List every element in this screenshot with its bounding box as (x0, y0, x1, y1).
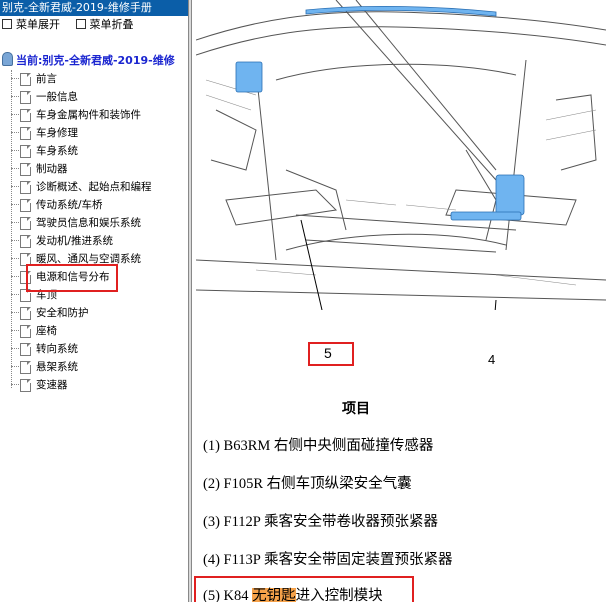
document-icon (20, 145, 31, 158)
navigation-pane: 别克-全新君威-2019-维修手册 菜单展开 菜单折叠 当前:别克-全新君威-2… (0, 0, 188, 602)
tree-item-label: 座椅 (36, 325, 57, 337)
collapse-menu-label: 菜单折叠 (89, 18, 134, 31)
document-icon (20, 361, 31, 374)
callout-5: 5 (324, 345, 332, 361)
expand-menu-label: 菜单展开 (16, 18, 60, 31)
tree-item[interactable]: 制动器 (0, 160, 188, 178)
tree-item[interactable]: 一般信息 (0, 88, 188, 106)
item-2: (2) F105R 右侧车顶纵梁安全气囊 (203, 476, 412, 492)
document-icon (20, 163, 31, 176)
tree-item[interactable]: 座椅 (0, 322, 188, 340)
item-5-highlight-box (194, 576, 414, 602)
tree-item[interactable]: 车身系统 (0, 142, 188, 160)
document-icon (20, 73, 31, 86)
tree-item-label: 前言 (36, 73, 57, 85)
tree-item[interactable]: 驾驶员信息和娱乐系统 (0, 214, 188, 232)
collapse-icon (75, 19, 86, 29)
expand-icon (2, 19, 12, 29)
document-icon (20, 343, 31, 356)
tree-item-label: 驾驶员信息和娱乐系统 (36, 217, 141, 229)
tree-item-label: 转向系统 (36, 343, 78, 355)
tree-item[interactable]: 车身金属构件和装饰件 (0, 106, 188, 124)
document-icon (20, 91, 31, 104)
document-icon (20, 235, 31, 248)
item-4: (4) F113P 乘客安全带固定装置预张紧器 (203, 552, 453, 568)
tree-item[interactable]: 发动机/推进系统 (0, 232, 188, 250)
tree-item-label: 诊断概述、起始点和编程 (36, 181, 152, 193)
tree-item-label: 变速器 (36, 379, 68, 391)
document-icon (20, 325, 31, 338)
document-icon (20, 307, 31, 320)
tree-item-label: 一般信息 (36, 91, 78, 103)
document-icon (20, 181, 31, 194)
tree-item-label: 制动器 (36, 163, 68, 175)
items-heading: 项目 (342, 401, 370, 417)
tree-item[interactable]: 诊断概述、起始点和编程 (0, 178, 188, 196)
tree-toolbar: 菜单展开 菜单折叠 (0, 16, 188, 34)
tree-item-label: 安全和防护 (36, 307, 89, 319)
tree-item[interactable]: 悬架系统 (0, 358, 188, 376)
document-icon (20, 109, 31, 122)
tree-item[interactable]: 车身修理 (0, 124, 188, 142)
tree-item-label: 车身系统 (36, 145, 78, 157)
tree-item-label: 车身金属构件和装饰件 (36, 109, 141, 121)
tree-item[interactable]: 安全和防护 (0, 304, 188, 322)
tree-item[interactable]: 变速器 (0, 376, 188, 394)
item-1: (1) B63RM 右侧中央侧面碰撞传感器 (203, 438, 434, 454)
tree-item[interactable]: 转向系统 (0, 340, 188, 358)
collapse-menu-button[interactable]: 菜单折叠 (75, 16, 134, 34)
document-icon (20, 217, 31, 230)
vehicle-body-diagram (196, 0, 606, 310)
document-icon (20, 199, 31, 212)
item-3: (3) F112P 乘客安全带卷收器预张紧器 (203, 514, 438, 530)
highlight-box-tree-item (26, 264, 118, 292)
expand-menu-button[interactable]: 菜单展开 (2, 16, 60, 34)
content-pane: 5 4 项目 (1) B63RM 右侧中央侧面碰撞传感器 (2) F105R 右… (192, 0, 606, 602)
callout-4: 4 (488, 352, 496, 367)
book-root-icon (2, 52, 13, 66)
manual-title-bar: 别克-全新君威-2019-维修手册 (0, 0, 188, 16)
tree-item[interactable]: 前言 (0, 70, 188, 88)
tree-item[interactable]: 传动系统/车桥 (0, 196, 188, 214)
current-label: 当前:别克-全新君威-2019-维修 (16, 54, 175, 67)
document-icon (20, 379, 31, 392)
document-icon (20, 127, 31, 140)
tree-root-current[interactable]: 当前:别克-全新君威-2019-维修 (2, 52, 175, 68)
tree-item-label: 车身修理 (36, 127, 78, 139)
tree-item-label: 传动系统/车桥 (36, 199, 103, 211)
tree-item-label: 悬架系统 (36, 361, 78, 373)
tree-item-label: 发动机/推进系统 (36, 235, 114, 247)
